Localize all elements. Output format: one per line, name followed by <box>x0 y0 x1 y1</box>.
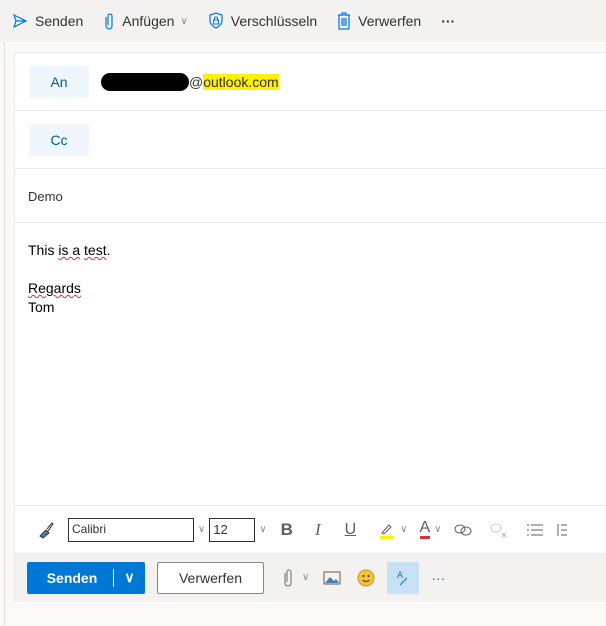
numbered-list-icon[interactable] <box>557 523 567 537</box>
attach-icon[interactable] <box>282 568 294 588</box>
chevron-down-icon: ∨ <box>180 15 188 27</box>
send-label: Senden <box>35 13 84 29</box>
formatting-toolbar: Calibri ∨ 12 ∨ B I U ∨ A ∨ <box>15 505 606 553</box>
format-painter-icon[interactable] <box>37 521 55 539</box>
body-text: . <box>106 242 111 258</box>
body-text: Tom <box>28 299 55 315</box>
more-icon: ··· <box>441 13 456 29</box>
chevron-down-icon[interactable]: ∨ <box>198 524 205 535</box>
compose-actions: Senden ∨ Verwerfen ∨ A ··· <box>15 553 606 602</box>
attach-command[interactable]: Anfügen ∨ <box>103 12 188 30</box>
discard-button[interactable]: Verwerfen <box>157 561 264 594</box>
email-at: @ <box>189 74 204 90</box>
body-text: test <box>84 242 107 258</box>
bullet-list-icon[interactable] <box>526 523 544 537</box>
svg-text:A: A <box>397 570 403 580</box>
shield-lock-icon <box>209 12 223 29</box>
to-button[interactable]: An <box>29 66 89 98</box>
trash-icon <box>338 12 351 30</box>
cc-row[interactable]: Cc <box>15 111 606 169</box>
body-text: Regards <box>28 280 81 296</box>
left-pane-edge <box>0 42 5 626</box>
cc-button[interactable]: Cc <box>29 124 89 156</box>
underline-button[interactable]: U <box>345 521 357 539</box>
editor-icon[interactable]: A <box>387 561 420 594</box>
message-body[interactable]: This is a test. Regards Tom <box>28 241 111 317</box>
to-row: An @outlook.com <box>15 53 606 111</box>
link-icon[interactable] <box>454 523 472 537</box>
insert-image-icon[interactable] <box>323 571 341 585</box>
paperclip-icon <box>105 13 113 30</box>
body-text: This <box>28 242 59 258</box>
body-text: is a <box>58 242 81 258</box>
chevron-down-icon[interactable]: ∨ <box>259 524 266 535</box>
encrypt-command[interactable]: Verschlüsseln <box>208 12 317 30</box>
send-command[interactable]: Senden <box>12 13 83 29</box>
chevron-down-icon[interactable]: ∨ <box>302 572 309 583</box>
subject-row[interactable] <box>15 169 606 223</box>
emoji-icon[interactable] <box>357 569 375 587</box>
encrypt-label: Verschlüsseln <box>230 13 318 29</box>
remove-link-icon[interactable] <box>490 522 508 538</box>
command-bar: Senden Anfügen ∨ Verschlüsseln Verwerfen… <box>0 0 606 42</box>
more-options-button[interactable]: ··· <box>441 13 455 29</box>
font-name-input[interactable]: Calibri <box>68 517 194 542</box>
bold-button[interactable]: B <box>281 520 293 540</box>
email-domain: outlook.com <box>203 74 279 90</box>
discard-command[interactable]: Verwerfen <box>337 12 421 30</box>
compose-form: An @outlook.com Cc Demo This is a test. … <box>14 52 606 602</box>
chevron-down-icon[interactable]: ∨ <box>400 524 407 535</box>
redacted-recipient <box>101 73 189 91</box>
send-button[interactable]: Senden ∨ <box>27 561 145 594</box>
highlight-icon[interactable] <box>378 521 396 539</box>
subject-input[interactable]: Demo <box>28 189 63 204</box>
send-button-label: Senden <box>46 569 98 586</box>
discard-label: Verwerfen <box>358 13 422 29</box>
more-actions-button[interactable]: ··· <box>431 570 445 586</box>
font-size-input[interactable]: 12 <box>209 517 256 542</box>
to-recipient[interactable]: @outlook.com <box>189 74 279 90</box>
send-icon <box>12 13 28 29</box>
chevron-down-icon[interactable]: ∨ <box>434 524 441 535</box>
send-options-chevron-icon[interactable]: ∨ <box>113 568 145 587</box>
attach-label: Anfügen <box>122 13 175 29</box>
font-color-button[interactable]: A <box>419 520 431 539</box>
italic-button[interactable]: I <box>315 520 321 540</box>
